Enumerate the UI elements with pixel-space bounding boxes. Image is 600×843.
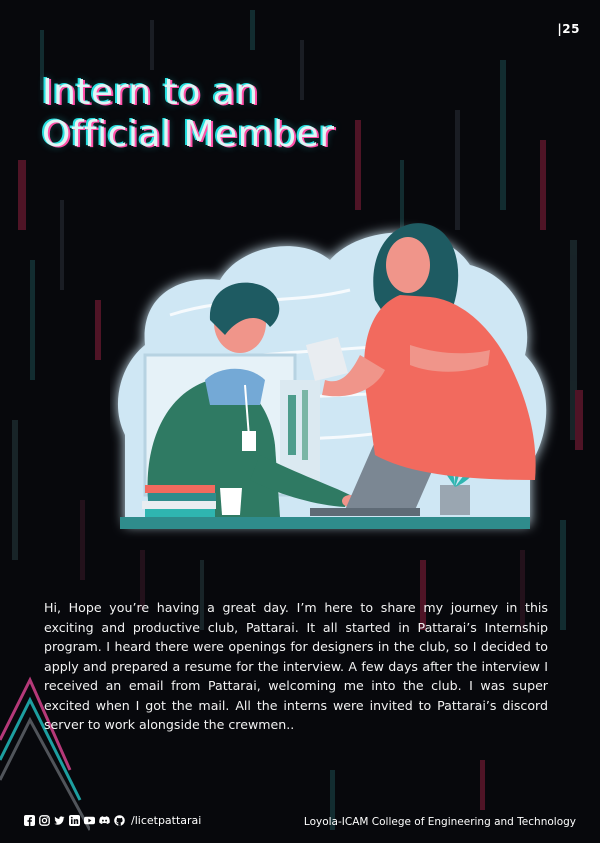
id-badge bbox=[242, 431, 256, 451]
desk bbox=[120, 517, 530, 529]
title-line-1: Intern to an bbox=[42, 72, 259, 113]
github-icon[interactable] bbox=[114, 814, 125, 826]
institution-name: Loyola-ICAM College of Engineering and T… bbox=[303, 816, 576, 828]
page-title: Intern to an Official Member bbox=[42, 72, 462, 156]
book bbox=[142, 501, 216, 509]
linkedin-icon[interactable] bbox=[69, 814, 80, 826]
twitter-icon[interactable] bbox=[54, 815, 65, 826]
book bbox=[145, 485, 215, 493]
article-body: Hi, Hope you’re having a great day. I’m … bbox=[44, 600, 548, 732]
youtube-icon[interactable] bbox=[84, 815, 95, 826]
magazine-page: |25 Intern to an Official Member Hi, Hop… bbox=[0, 0, 600, 843]
book bbox=[148, 493, 216, 501]
social-handle[interactable]: /licetpattarai bbox=[131, 814, 201, 827]
social-links: /licetpattarai bbox=[24, 812, 201, 828]
plant-pot bbox=[440, 485, 470, 515]
instagram-icon[interactable] bbox=[39, 814, 50, 826]
facebook-icon[interactable] bbox=[24, 814, 35, 826]
book bbox=[145, 509, 215, 517]
page-number: |25 bbox=[557, 22, 580, 36]
mug bbox=[220, 488, 242, 515]
discord-icon[interactable] bbox=[99, 815, 110, 826]
intern-illustration bbox=[117, 223, 547, 529]
title-line-2: Official Member bbox=[42, 114, 335, 155]
